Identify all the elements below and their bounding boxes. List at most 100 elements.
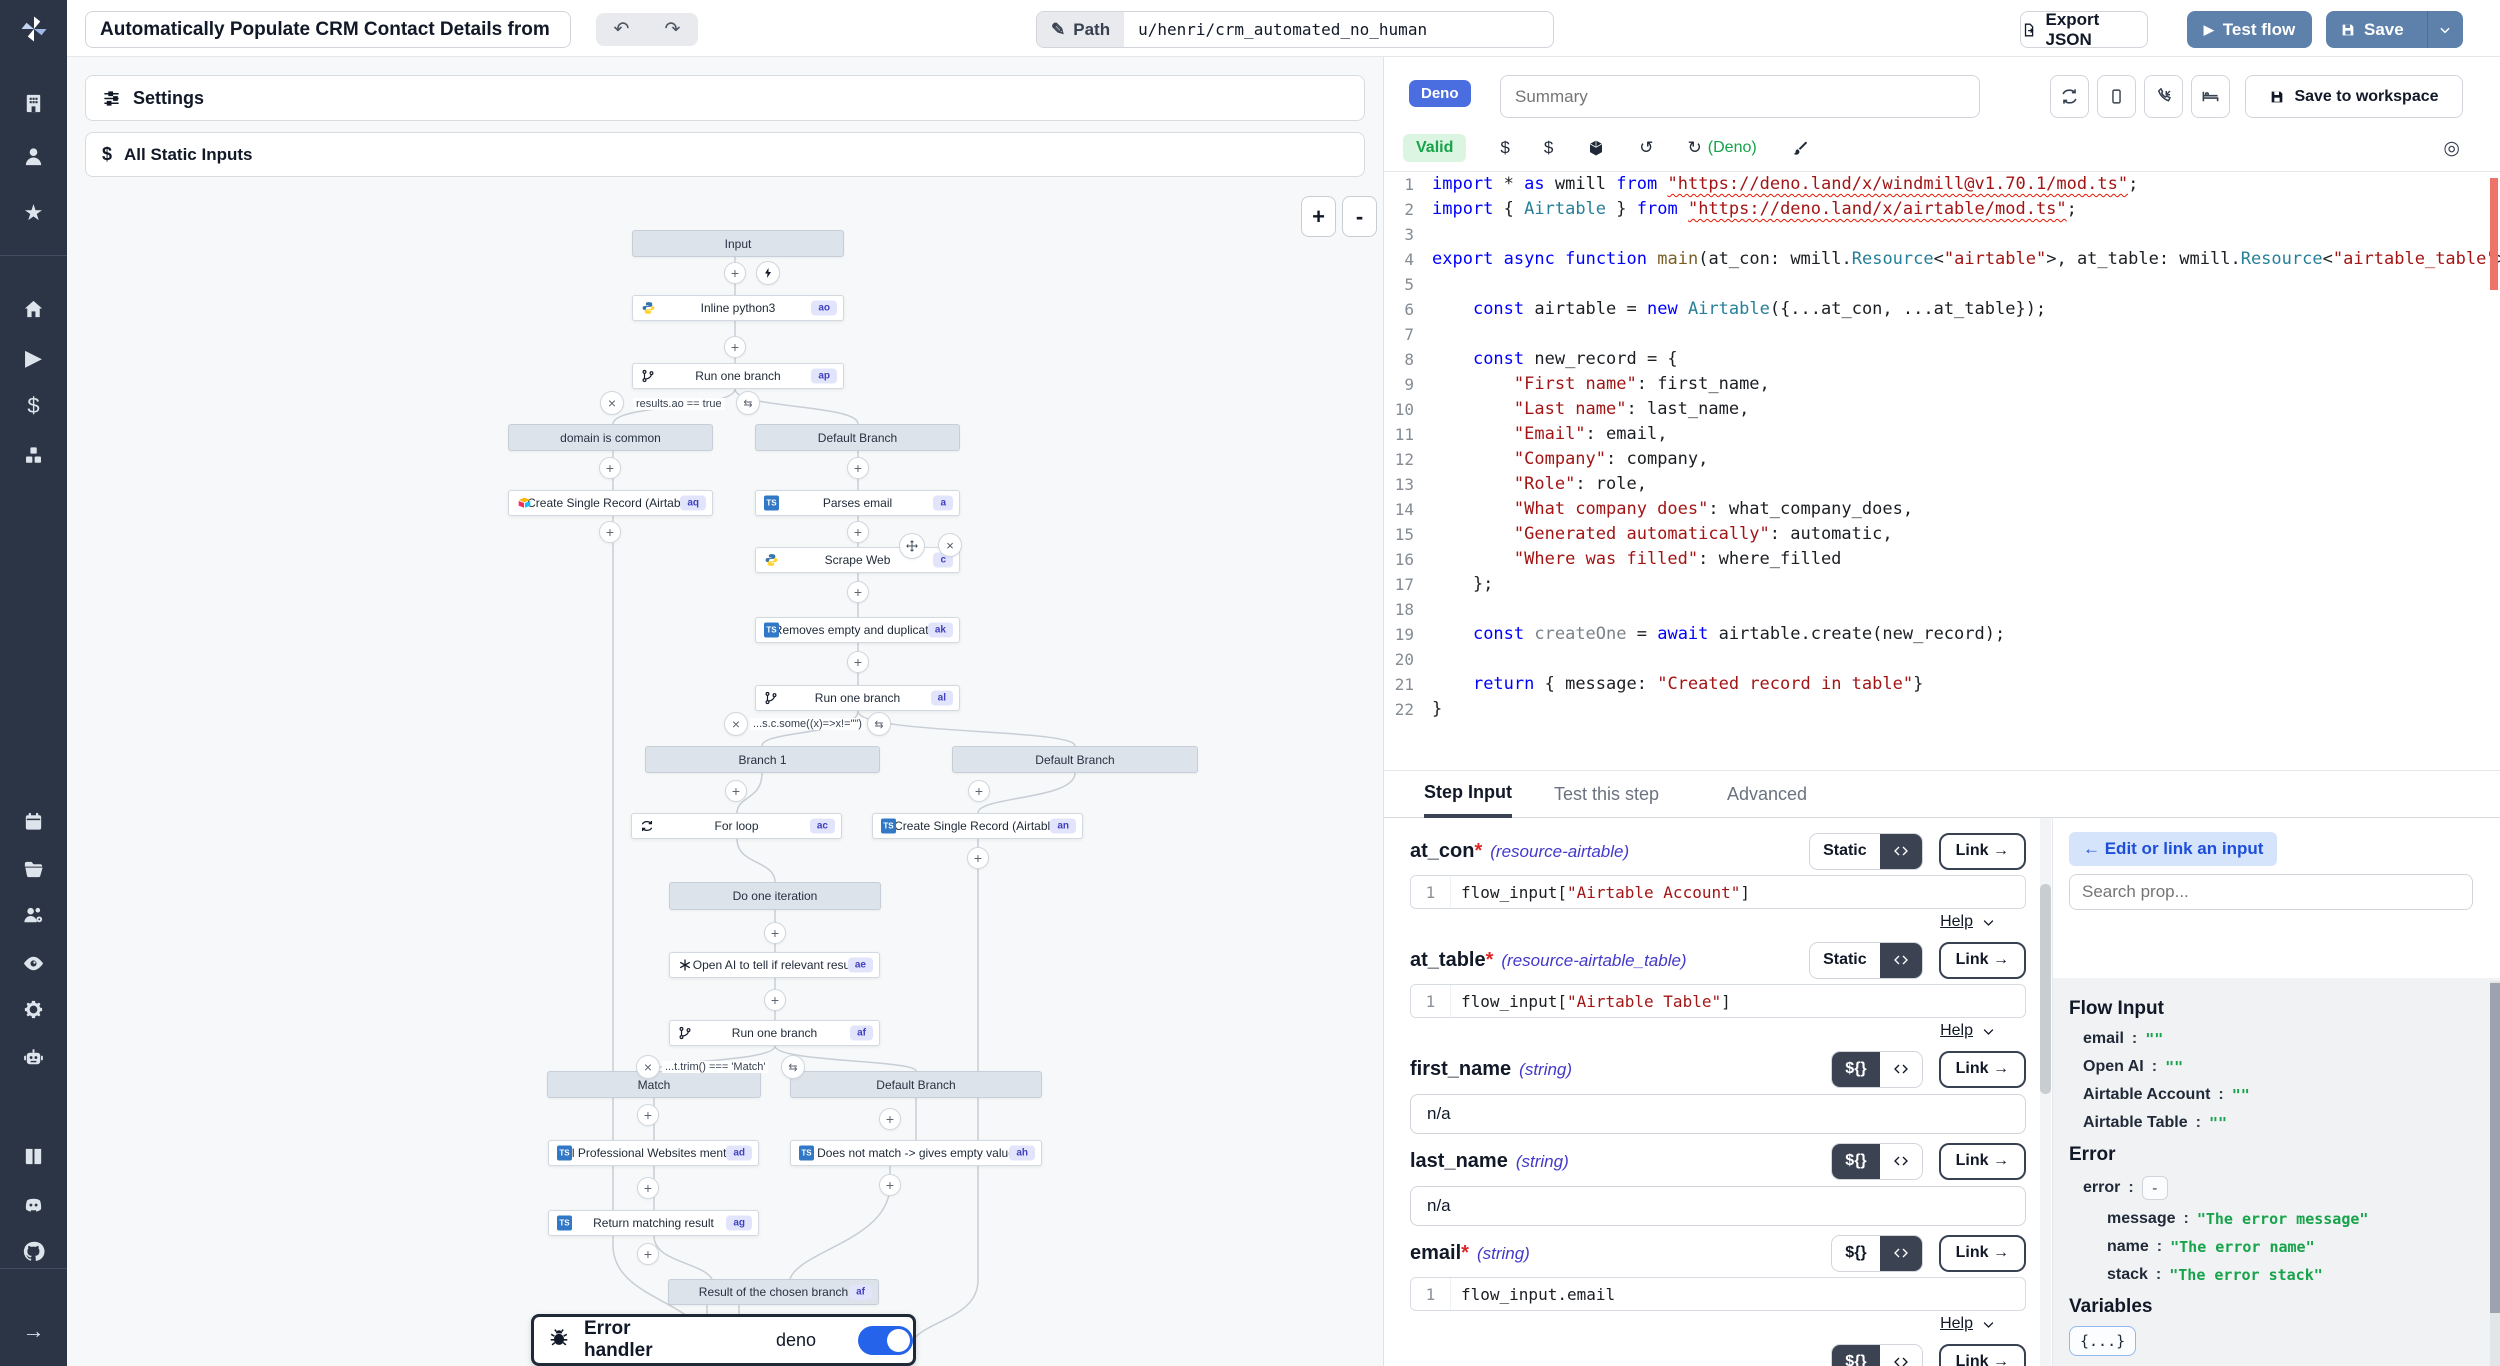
tab-test-this-step[interactable]: Test this step [1554, 771, 1659, 818]
sidebar-item-book-icon[interactable] [0, 1138, 67, 1174]
flow-canvas[interactable]: InputInline python3aoRun one branchapdom… [67, 57, 1384, 1366]
sidebar-item-calendar-icon[interactable] [0, 803, 67, 839]
undo-icon[interactable]: ↺ [1639, 138, 1653, 158]
add-step-icon[interactable]: + [724, 336, 746, 358]
remove-branch-icon[interactable]: × [636, 1055, 660, 1079]
link-button[interactable]: Link → [1939, 1235, 2026, 1272]
add-step-icon[interactable]: + [847, 581, 869, 603]
collapse-button[interactable]: - [2142, 1176, 2168, 1200]
undo-icon[interactable]: ↶ [596, 13, 647, 46]
flow-node-hdo[interactable]: Do one iteration [669, 882, 881, 910]
export-json-button[interactable]: Export JSON [2020, 11, 2148, 48]
input-mode-toggle[interactable]: Static [1809, 833, 1923, 870]
prop-row-email[interactable]: email:"" [2069, 1030, 2500, 1048]
brush-icon[interactable] [1791, 140, 1808, 157]
refresh-deno-button[interactable]: ↻(Deno) [1688, 138, 1757, 158]
sidebar-item-arrow-right-icon[interactable]: → [0, 1313, 67, 1349]
input-mode-toggle[interactable]: ${} [1831, 1344, 1922, 1366]
dollar-mode-button[interactable]: ${} [1832, 1052, 1879, 1087]
field-code-editor[interactable]: 1flow_input.email [1410, 1277, 2026, 1311]
sidebar-item-discord-icon[interactable] [0, 1187, 67, 1223]
sidebar-item-eye-icon[interactable] [0, 945, 67, 981]
dollar-mode-button[interactable]: ${} [1832, 1345, 1879, 1366]
add-step-icon[interactable]: + [847, 457, 869, 479]
trigger-bolt-icon[interactable] [756, 261, 780, 285]
prop-row-open-ai[interactable]: Open AI:"" [2069, 1058, 2500, 1076]
field-code-editor[interactable]: 1flow_input["Airtable Account"] [1410, 875, 2026, 909]
error-handler-node[interactable]: Error handlerdeno [531, 1314, 916, 1366]
edit-or-link-pill[interactable]: ← Edit or link an input [2069, 832, 2277, 866]
step-inputs-scrollbar[interactable] [2040, 818, 2051, 1366]
bed-icon[interactable] [2191, 75, 2230, 118]
add-step-icon[interactable]: + [599, 457, 621, 479]
flow-node-an[interactable]: TSCreate Single Record (Airtable)an [872, 813, 1083, 839]
field-text-input[interactable] [1410, 1094, 2026, 1134]
summary-input[interactable] [1500, 75, 1980, 118]
link-button[interactable]: Link → [1939, 1143, 2026, 1180]
sidebar-item-folder-icon[interactable] [0, 851, 67, 887]
add-step-icon[interactable]: + [847, 521, 869, 543]
code-mode-button[interactable] [1880, 834, 1922, 869]
object-chip-button[interactable]: {...} [2069, 1326, 2136, 1356]
zoom-out-button[interactable]: - [1342, 196, 1377, 237]
flow-node-result[interactable]: Result of the chosen branchaf [668, 1279, 879, 1305]
link-button[interactable]: Link → [1939, 833, 2026, 870]
add-step-icon[interactable]: + [637, 1177, 659, 1199]
code-mode-button[interactable] [1880, 1236, 1922, 1271]
flow-node-ae[interactable]: Open AI to tell if relevant resultae [669, 952, 880, 978]
mobile-icon[interactable] [2097, 75, 2136, 118]
save-to-workspace-button[interactable]: Save to workspace [2245, 75, 2463, 118]
flow-title-input[interactable] [85, 11, 571, 48]
add-step-icon[interactable]: + [724, 262, 746, 284]
sidebar-item-play-icon[interactable]: ▶ [0, 340, 67, 376]
flow-node-ah[interactable]: TSDoes not match -> gives empty valueah [790, 1140, 1042, 1166]
windmill-logo[interactable] [0, 0, 67, 57]
tab-advanced[interactable]: Advanced [1727, 771, 1807, 818]
code-mode-button[interactable] [1880, 1144, 1922, 1179]
add-step-icon[interactable]: + [967, 847, 989, 869]
dollar-icon[interactable]: $ [1544, 138, 1553, 158]
props-scrollbar[interactable] [2490, 981, 2500, 1366]
target-icon[interactable]: ◎ [2443, 137, 2460, 160]
code-mode-button[interactable] [1880, 1052, 1922, 1087]
flow-node-al[interactable]: Run one branchal [755, 685, 960, 711]
static-mode-button[interactable]: Static [1810, 943, 1880, 978]
flow-node-ao[interactable]: Inline python3ao [632, 295, 844, 321]
flow-node-a[interactable]: TSParses emaila [755, 490, 960, 516]
sidebar-item-building-icon[interactable] [0, 85, 67, 121]
flow-node-af[interactable]: Run one branchaf [669, 1020, 880, 1046]
redo-icon[interactable]: ↷ [647, 13, 698, 46]
phone-icon[interactable] [2144, 75, 2183, 118]
sidebar-item-github-icon[interactable] [0, 1233, 67, 1269]
flow-node-hb1[interactable]: Branch 1 [645, 746, 880, 773]
search-prop-input[interactable] [2069, 874, 2473, 910]
code-mode-button[interactable] [1880, 1345, 1922, 1366]
flow-node-c[interactable]: Scrape Webc [755, 547, 960, 573]
remove-node-icon[interactable]: × [938, 533, 962, 557]
error-handler-toggle[interactable] [858, 1326, 913, 1355]
add-step-icon[interactable]: + [847, 651, 869, 673]
prop-row-name[interactable]: name:"The error name" [2093, 1238, 2500, 1256]
input-mode-toggle[interactable]: ${} [1831, 1051, 1922, 1088]
link-button[interactable]: Link → [1939, 1051, 2026, 1088]
flow-node-ac[interactable]: For loopac [631, 813, 842, 839]
flow-node-aq[interactable]: Create Single Record (Airtable)aq [508, 490, 713, 516]
flow-node-ad[interactable]: TSKill Professional Websites mentionsad [548, 1140, 759, 1166]
cube-icon[interactable] [1587, 139, 1605, 157]
flow-node-hdef2[interactable]: Default Branch [952, 746, 1198, 773]
remove-branch-icon[interactable]: × [724, 712, 748, 736]
prop-row-message[interactable]: message:"The error message" [2093, 1210, 2500, 1228]
move-node-icon[interactable] [899, 533, 925, 559]
link-button[interactable]: Link → [1939, 1344, 2026, 1366]
field-code-editor[interactable]: 1flow_input["Airtable Table"] [1410, 984, 2026, 1018]
flow-node-ak[interactable]: TSRemoves empty and duplicatesak [755, 617, 960, 643]
flow-node-ap[interactable]: Run one branchap [632, 363, 844, 389]
sync-icon[interactable] [2050, 75, 2089, 118]
chevron-down-icon[interactable] [1981, 1317, 1996, 1332]
input-mode-toggle[interactable]: Static [1809, 942, 1923, 979]
input-mode-toggle[interactable]: ${} [1831, 1235, 1922, 1272]
branch-compare-icon[interactable]: ⇆ [867, 712, 891, 736]
dollar-mode-button[interactable]: ${} [1832, 1144, 1879, 1179]
branch-compare-icon[interactable]: ⇆ [736, 391, 760, 415]
save-button[interactable]: Save [2326, 11, 2418, 48]
